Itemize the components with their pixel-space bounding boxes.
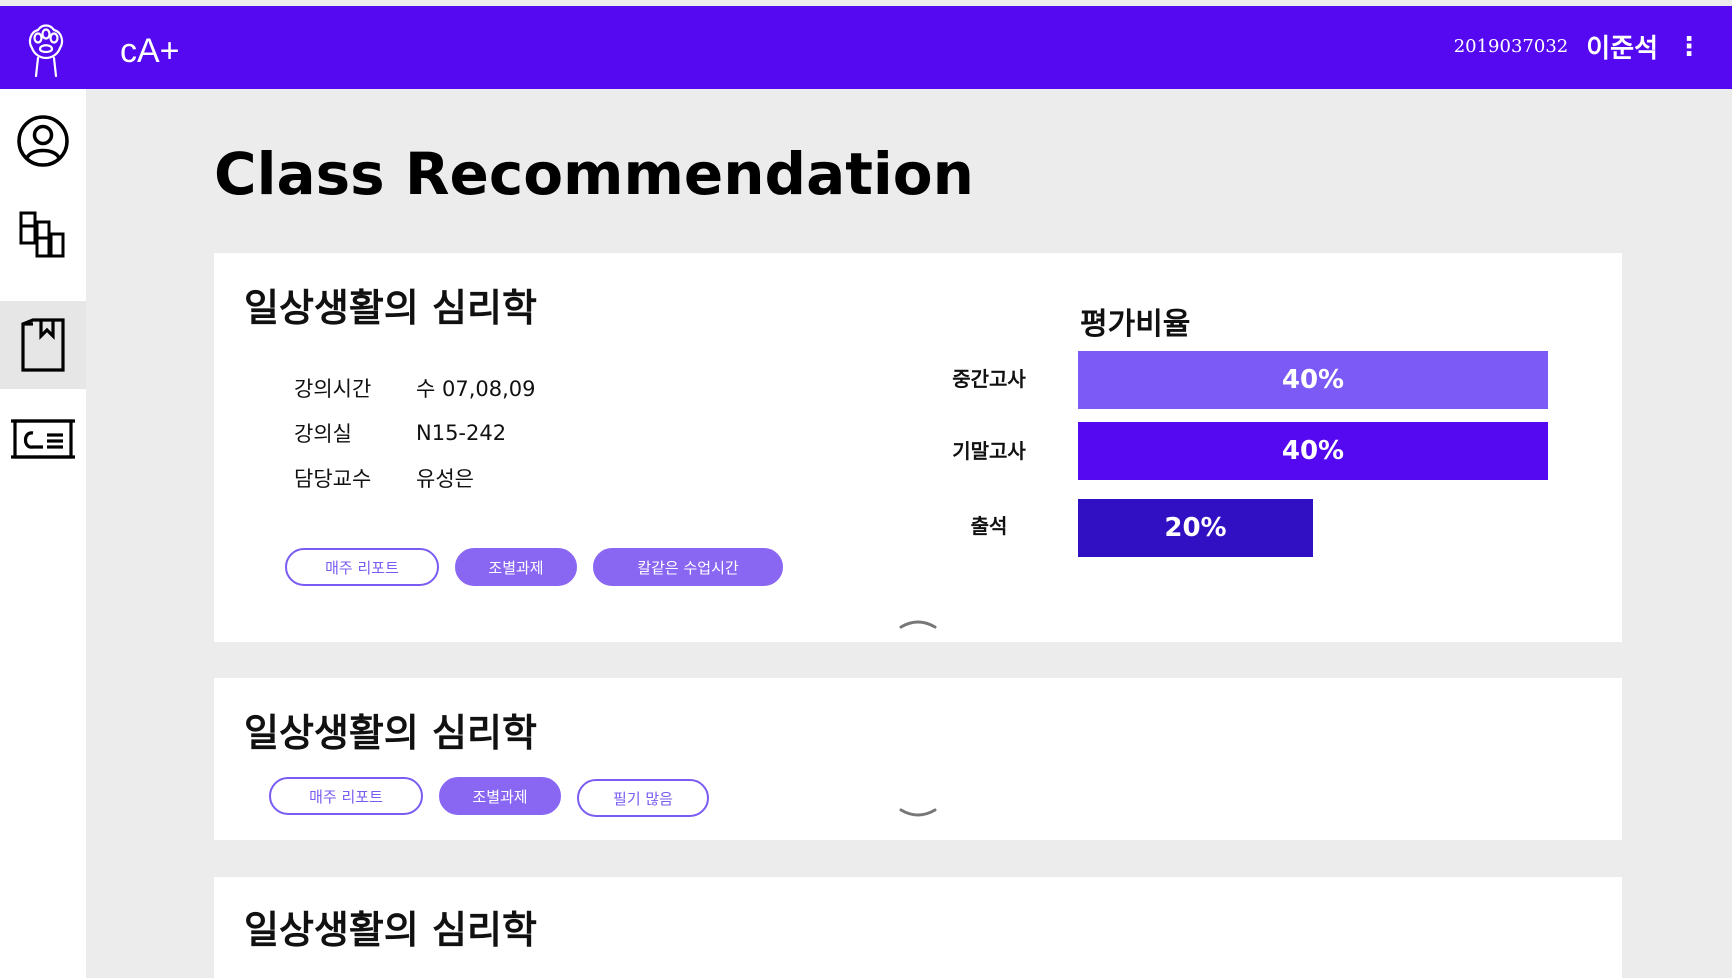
page-title: Class Recommendation: [214, 140, 974, 208]
sidebar-item-profile[interactable]: [0, 97, 86, 185]
app-name[interactable]: cA+: [120, 32, 180, 71]
tag-chip[interactable]: 필기 많음: [577, 779, 709, 817]
sidebar-item-dashboard[interactable]: [0, 189, 86, 277]
evaluation-title: 평가비율: [1080, 307, 1191, 342]
sidebar: [0, 89, 86, 978]
tag-chip[interactable]: 조별과제: [439, 777, 561, 815]
profile-icon: [17, 115, 69, 167]
paw-logo-icon[interactable]: [22, 18, 70, 78]
info-label: 강의시간: [294, 376, 372, 401]
kebab-menu-icon[interactable]: ⋮: [1676, 32, 1702, 62]
sidebar-item-lecture[interactable]: [0, 394, 86, 482]
course-info: 강의시간 수 07,08,09 강의실 N15-242 담당교수 유성은: [294, 365, 536, 500]
sidebar-item-courses[interactable]: [0, 301, 86, 389]
tag-chip[interactable]: 매주 리포트: [285, 548, 439, 586]
info-label: 담당교수: [294, 466, 372, 491]
eval-bar-final: 40%: [1078, 422, 1548, 480]
eval-bar-attendance: 20%: [1078, 499, 1313, 557]
tag-chip[interactable]: 매주 리포트: [269, 777, 423, 815]
info-label: 강의실: [294, 421, 352, 446]
course-card[interactable]: 일상생활의 심리학 강의시간 수 07,08,09 강의실 N15-242 담당…: [214, 253, 1622, 642]
info-value: 유성은: [416, 466, 474, 491]
info-value: N15-242: [416, 420, 507, 445]
course-title: 일상생활의 심리학: [244, 711, 537, 755]
course-title: 일상생활의 심리학: [244, 286, 537, 330]
tag-chip[interactable]: 조별과제: [455, 548, 577, 586]
top-bar: cA+ 2019037032 이준석 ⋮: [0, 6, 1732, 89]
course-title: 일상생활의 심리학: [244, 908, 537, 952]
user-info: 2019037032 이준석 ⋮: [1454, 28, 1702, 65]
user-name[interactable]: 이준석: [1586, 28, 1658, 65]
info-row-room: 강의실 N15-242: [294, 410, 536, 455]
eval-label-midterm: 중간고사: [952, 367, 1026, 391]
dashboard-icon: [19, 211, 65, 258]
eval-label-attendance: 출석: [970, 514, 1008, 538]
chevron-down-icon[interactable]: [898, 806, 938, 822]
eval-bar-midterm: 40%: [1078, 351, 1548, 409]
chevron-up-icon[interactable]: [898, 615, 938, 631]
course-card[interactable]: 일상생활의 심리학 매주 리포트 조별과제 필기 많음: [214, 678, 1622, 840]
user-id: 2019037032: [1453, 36, 1569, 57]
tag-list: 매주 리포트 조별과제 필기 많음: [269, 777, 709, 817]
eval-label-final: 기말고사: [952, 439, 1026, 463]
info-row-professor: 담당교수 유성은: [294, 455, 536, 500]
info-value: 수 07,08,09: [416, 376, 536, 401]
course-card[interactable]: 일상생활의 심리학: [214, 877, 1622, 978]
bookmark-book-icon: [21, 318, 65, 372]
tag-chip[interactable]: 칼같은 수업시간: [593, 548, 783, 586]
info-row-time: 강의시간 수 07,08,09: [294, 365, 536, 410]
tag-list: 매주 리포트 조별과제 칼같은 수업시간: [285, 548, 783, 586]
presentation-icon: [11, 419, 75, 459]
